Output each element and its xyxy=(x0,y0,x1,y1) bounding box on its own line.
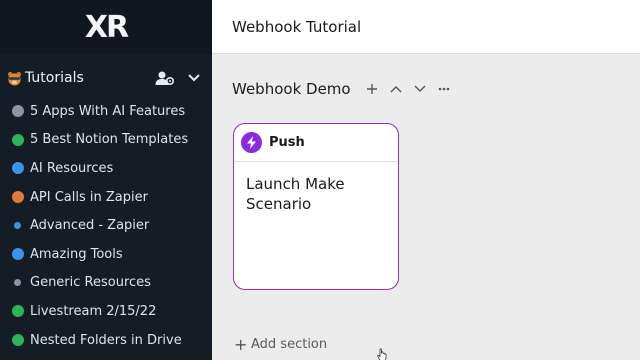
sidebar-item-label: Amazing Tools xyxy=(30,246,123,262)
sidebar-item-label: API Calls in Zapier xyxy=(30,189,148,205)
globe-icon xyxy=(12,162,24,175)
sidebar: XR Tutorials 5 Apps With AI Features 5 B… xyxy=(0,0,212,360)
page-title: Webhook Tutorial xyxy=(232,17,362,36)
sidebar-item-label: 5 Apps With AI Features xyxy=(30,103,186,119)
section-header: Webhook Demo xyxy=(232,80,453,98)
top-bar: Webhook Tutorial xyxy=(212,0,640,54)
sidebar-item[interactable]: 5 Best Notion Templates xyxy=(0,126,212,155)
user-settings-icon[interactable] xyxy=(154,69,176,87)
hand-cursor-icon xyxy=(377,347,389,360)
sidebar-item[interactable]: 5 Apps With AI Features xyxy=(0,97,212,126)
workspace-name: Tutorials xyxy=(25,70,84,86)
plus-icon: + xyxy=(234,335,248,354)
sidebar-item-label: Livestream 2/15/22 xyxy=(30,303,157,319)
globe-icon xyxy=(12,334,24,347)
section-title[interactable]: Webhook Demo xyxy=(232,80,351,98)
sidebar-item[interactable]: Nested Folders in Drive xyxy=(0,326,212,355)
sidebar-item-label: 5 Best Notion Templates xyxy=(30,132,189,148)
app-logo[interactable]: XR xyxy=(85,10,129,45)
plus-icon[interactable] xyxy=(363,80,381,98)
sidebar-item[interactable]: API Calls in Zapier xyxy=(0,183,212,212)
sidebar-item-label: Advanced - Zapier xyxy=(30,218,150,234)
workspace-switcher[interactable]: Tutorials xyxy=(0,54,212,102)
sidebar-nav: 5 Apps With AI Features 5 Best Notion Tem… xyxy=(0,97,212,354)
chevron-down-icon[interactable] xyxy=(411,80,429,98)
bear-face-icon xyxy=(6,70,22,86)
card-type-label: Push xyxy=(269,135,305,150)
chevron-up-icon[interactable] xyxy=(387,80,405,98)
dot-icon xyxy=(14,279,21,287)
dot-icon xyxy=(14,222,21,230)
globe-icon xyxy=(12,105,24,118)
push-card[interactable]: Push Launch Make Scenario xyxy=(233,123,399,360)
add-section-label: Add section xyxy=(251,337,328,352)
more-options-icon[interactable] xyxy=(435,80,453,98)
sidebar-item[interactable]: Generic Resources xyxy=(0,269,212,298)
main-area: Webhook Tutorial Webhook Demo Push Launc… xyxy=(212,0,640,360)
sidebar-item[interactable]: Livestream 2/15/22 xyxy=(0,297,212,326)
chevron-down-icon[interactable] xyxy=(186,70,202,86)
sidebar-item[interactable]: AI Resources xyxy=(0,154,212,183)
logo-bar: XR xyxy=(0,0,212,54)
add-section-button[interactable]: + Add section xyxy=(234,335,327,354)
globe-icon xyxy=(12,133,24,146)
sidebar-item-label: Nested Folders in Drive xyxy=(30,332,182,348)
sidebar-item-label: AI Resources xyxy=(30,160,114,176)
globe-icon xyxy=(12,248,24,261)
sidebar-item[interactable]: Amazing Tools xyxy=(0,240,212,269)
globe-icon xyxy=(12,305,24,318)
sidebar-item[interactable]: Advanced - Zapier xyxy=(0,211,212,240)
globe-icon xyxy=(12,191,24,204)
card-header: Push xyxy=(234,124,398,162)
card-title: Launch Make Scenario xyxy=(246,175,345,213)
lightning-bolt-icon xyxy=(241,132,262,153)
sidebar-item-label: Generic Resources xyxy=(30,275,151,291)
